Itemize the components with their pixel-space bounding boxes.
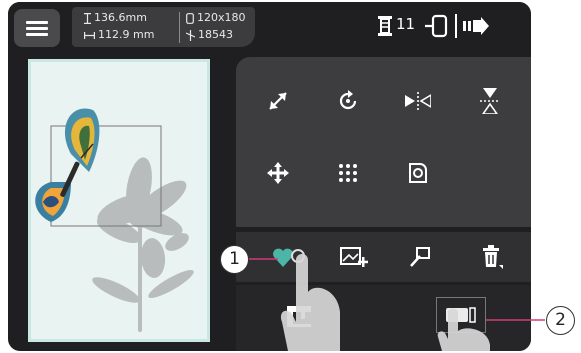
callout-1: 1 bbox=[220, 245, 249, 274]
callout-lines bbox=[248, 258, 545, 321]
callout-2: 2 bbox=[546, 306, 575, 335]
